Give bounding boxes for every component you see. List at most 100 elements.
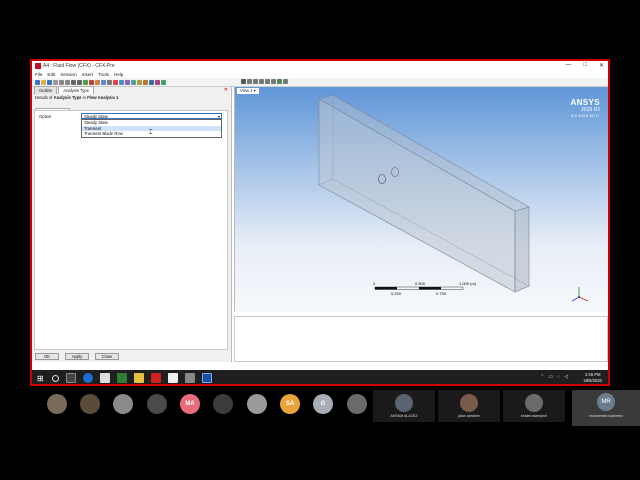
rotate-icon[interactable]	[247, 79, 252, 84]
menu-help[interactable]: Help	[114, 72, 123, 77]
volume-icon[interactable]: ◁	[564, 374, 568, 380]
apply-button[interactable]: Apply	[65, 353, 89, 360]
maximize-button[interactable]: □	[583, 62, 587, 69]
cfx-pre-taskbar-icon[interactable]	[201, 373, 212, 383]
monitor-icon[interactable]	[149, 79, 154, 85]
boundary-icon[interactable]	[89, 79, 94, 85]
solver-icon[interactable]	[113, 79, 118, 85]
interface-icon[interactable]	[101, 79, 106, 85]
participant-avatar[interactable]	[147, 394, 167, 414]
participant-avatar[interactable]	[80, 394, 100, 414]
participant-avatar[interactable]: MA	[180, 394, 200, 414]
participants-strip: MA SA G AKRAM ALAZEZ jalan abrahim khale…	[0, 390, 640, 480]
select-icon[interactable]	[241, 79, 246, 84]
file-explorer-icon[interactable]	[133, 373, 144, 383]
zoom-icon[interactable]	[259, 79, 264, 84]
mail-icon[interactable]	[167, 373, 178, 383]
participant-name: muhammed nadhreed	[589, 414, 623, 418]
close-button[interactable]: Close	[95, 353, 119, 360]
active-speaker-tile[interactable]: MR muhammed nadhreed	[572, 390, 640, 426]
zoom-box-icon[interactable]	[265, 79, 270, 84]
participant-tile[interactable]: khaled alamphel	[503, 390, 565, 422]
save-icon[interactable]	[47, 79, 52, 85]
participant-avatar[interactable]	[113, 394, 133, 414]
task-view-icon[interactable]	[65, 373, 76, 383]
visibility-icon[interactable]	[277, 79, 282, 84]
clock[interactable]: 3:46 PM 28/9/2020	[583, 372, 602, 383]
close-panel-icon[interactable]: ✕	[224, 87, 228, 93]
participant-avatar[interactable]: G	[313, 394, 333, 414]
battery-icon[interactable]: ▭	[548, 374, 553, 380]
3d-viewport[interactable]: View 1 ▾ ANSYS 2019 R2 ACADEMIC 0 0.500 …	[234, 79, 608, 312]
details-parent: Flow Analysis 1	[87, 95, 119, 100]
option-label: Option	[39, 114, 52, 119]
participant-avatar[interactable]: SA	[280, 394, 300, 414]
windows-taskbar: ⊞ ⌃ ▭ ◌ ◁ 3:46 PM 28/9/2020	[32, 370, 608, 384]
avatar	[395, 394, 413, 412]
redo-icon[interactable]	[77, 79, 82, 85]
export-icon[interactable]	[65, 79, 70, 85]
settings-form: Option Steady State ▾ Steady State Trans…	[34, 110, 228, 350]
fit-view-icon[interactable]	[271, 79, 276, 84]
pan-icon[interactable]	[253, 79, 258, 84]
menu-edit[interactable]: Edit	[47, 72, 55, 77]
axis-triad-icon	[571, 287, 589, 302]
details-object: Analysis Type	[53, 95, 82, 100]
undo-icon[interactable]	[71, 79, 76, 85]
menu-file[interactable]: File	[35, 72, 42, 77]
workbench-icon[interactable]	[184, 373, 195, 383]
windows-start-icon[interactable]: ⊞	[37, 374, 44, 383]
network-icon[interactable]: ◌	[557, 374, 560, 380]
output-icon[interactable]	[155, 79, 160, 85]
reaction-icon[interactable]	[125, 79, 130, 85]
acrobat-icon[interactable]	[150, 373, 161, 383]
scale-label-0: 0	[373, 281, 376, 286]
scale-label-0750: 0.750	[436, 291, 447, 296]
function-icon[interactable]	[137, 79, 142, 85]
print-icon[interactable]	[53, 79, 58, 85]
domain-icon[interactable]	[83, 79, 88, 85]
close-window-button[interactable]: ✕	[599, 62, 604, 69]
scale-bar	[374, 286, 464, 290]
menu-session[interactable]: Session	[60, 72, 76, 77]
mouse-cursor-icon: ⌶	[149, 130, 153, 136]
details-panel: Outline Analysis Type ✕ Details of Analy…	[32, 86, 232, 362]
material-icon[interactable]	[119, 79, 124, 85]
expression-icon[interactable]	[131, 79, 136, 85]
participant-avatar[interactable]	[213, 394, 233, 414]
geometry-canvas: 0 0.500 1.000 (m) 0.250 0.750	[318, 94, 589, 302]
system-tray: ⌃ ▭ ◌ ◁	[540, 374, 568, 380]
view-toolbar	[241, 79, 288, 84]
edge-browser-icon[interactable]	[82, 373, 93, 383]
details-in: in	[82, 95, 86, 100]
clock-date: 28/9/2020	[583, 377, 602, 383]
participant-tile[interactable]: AKRAM ALAZEZ	[373, 390, 435, 422]
layout-icon[interactable]	[283, 79, 288, 84]
new-icon[interactable]	[35, 79, 40, 85]
search-icon[interactable]	[51, 374, 59, 382]
menu-tools[interactable]: Tools	[98, 72, 109, 77]
variable-icon[interactable]	[143, 79, 148, 85]
participant-avatar[interactable]	[247, 394, 267, 414]
participant-tile[interactable]: jalan abrahim	[438, 390, 500, 422]
ok-button[interactable]: OK	[35, 353, 59, 360]
participant-avatar[interactable]	[47, 394, 67, 414]
excel-icon[interactable]	[116, 373, 127, 383]
panel-tabs: Outline Analysis Type	[32, 86, 231, 94]
avatar: MR	[597, 393, 615, 411]
scale-label-1000: 1.000 (m)	[459, 281, 477, 286]
settings-icon[interactable]	[107, 79, 112, 85]
tab-analysis-type[interactable]: Analysis Type	[58, 86, 95, 94]
tab-outline[interactable]: Outline	[34, 86, 58, 94]
meeting-screen: A4 : Fluid Flow (CFX) - CFX-Pre — □ ✕ Fi…	[0, 0, 640, 480]
minimize-button[interactable]: —	[565, 62, 571, 69]
store-icon[interactable]	[99, 373, 110, 383]
subdomain-icon[interactable]	[95, 79, 100, 85]
menu-insert[interactable]: Insert	[82, 72, 94, 77]
define-run-icon[interactable]	[161, 79, 166, 85]
participant-avatar[interactable]	[347, 394, 367, 414]
import-icon[interactable]	[59, 79, 64, 85]
open-icon[interactable]	[41, 79, 46, 85]
scale-label-0250: 0.250	[391, 291, 402, 296]
chevron-up-icon[interactable]: ⌃	[540, 374, 544, 380]
